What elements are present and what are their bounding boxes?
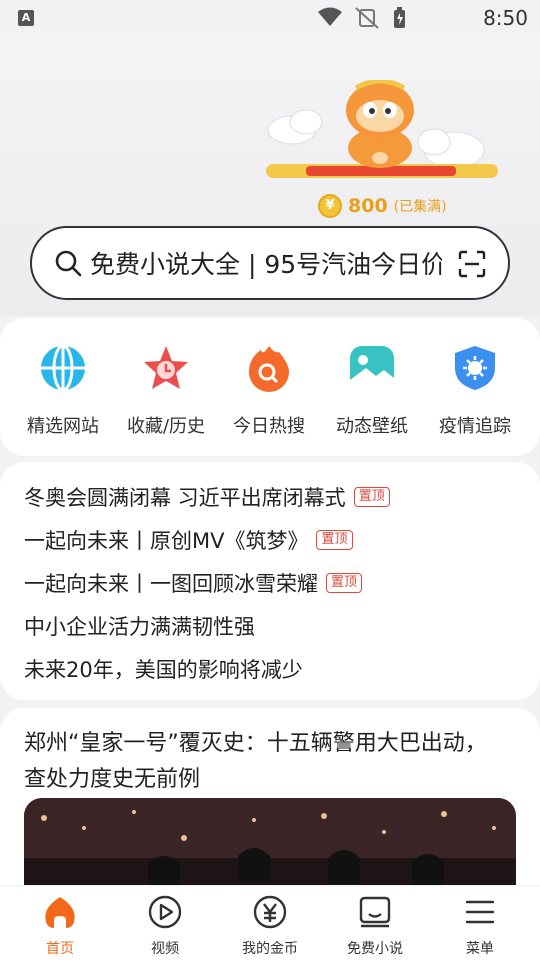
play-icon (148, 895, 182, 929)
tab-label: 免费小说 (347, 941, 403, 957)
search-input[interactable]: 免费小说大全 | 95号汽油今日价 (90, 245, 442, 281)
tab-menu[interactable]: 菜单 (430, 894, 530, 958)
system-status-icons (318, 7, 405, 29)
feed-article-title[interactable]: 郑州“皇家一号”覆灭史：十五辆警用大巴出动，查处力度史无前例 (24, 726, 504, 798)
pinned-badge: 置顶 (353, 487, 390, 507)
news-item[interactable]: 未来20年，美国的影响将减少 (24, 654, 303, 684)
quick-links-card: 精选网站 收藏/历史 今日热搜 动态壁纸 疫情追踪 (0, 318, 540, 456)
quick-link-sites[interactable]: 精选网站 (13, 344, 113, 438)
search-icon (55, 250, 82, 277)
monkey-mascot-icon[interactable] (262, 80, 502, 190)
coin-icon: ¥ (318, 194, 342, 218)
coin-amount: 800 (348, 195, 388, 217)
menu-icon (465, 900, 495, 924)
scan-icon[interactable] (458, 250, 486, 278)
quick-link-hot-search[interactable]: 今日热搜 (219, 344, 319, 438)
coin-balance[interactable]: ¥ 800 (已集满) (318, 194, 447, 218)
tab-label: 视频 (151, 941, 179, 957)
pinned-badge: 置顶 (316, 530, 353, 550)
clock: 8:50 (483, 6, 528, 30)
tab-label: 我的金币 (242, 941, 298, 957)
star-clock-icon (144, 346, 188, 389)
tab-home[interactable]: 首页 (10, 894, 110, 958)
home-icon (45, 897, 75, 928)
status-bar: A 8:50 (0, 0, 540, 36)
notification-a-icon: A (18, 10, 34, 26)
wifi-icon (318, 7, 342, 26)
tab-label: 菜单 (466, 941, 494, 957)
coin-yen-icon (253, 895, 287, 929)
tab-label: 首页 (46, 941, 74, 957)
news-item[interactable]: 中小企业活力满满韧性强 (24, 611, 255, 641)
news-title: 一起向未来丨一图回顾冰雪荣耀 (24, 572, 318, 596)
tab-video[interactable]: 视频 (115, 894, 215, 958)
news-item[interactable]: 冬奥会圆满闭幕 习近平出席闭幕式 置顶 (24, 482, 390, 512)
quick-link-favorites[interactable]: 收藏/历史 (116, 344, 216, 438)
news-title: 中小企业活力满满韧性强 (24, 615, 255, 639)
quick-link-label: 精选网站 (27, 416, 99, 437)
quick-link-label: 疫情追踪 (439, 416, 511, 437)
news-title: 冬奥会圆满闭幕 习近平出席闭幕式 (24, 486, 346, 510)
news-title: 一起向未来丨原创MV《筑梦》 (24, 529, 309, 553)
news-title: 未来20年，美国的影响将减少 (24, 658, 303, 682)
quick-link-epidemic[interactable]: 疫情追踪 (425, 344, 525, 438)
news-card: 冬奥会圆满闭幕 习近平出席闭幕式 置顶 一起向未来丨原创MV《筑梦》 置顶 一起… (0, 462, 540, 700)
news-item[interactable]: 一起向未来丨一图回顾冰雪荣耀 置顶 (24, 568, 363, 598)
quick-link-label: 动态壁纸 (336, 416, 408, 437)
tab-coins[interactable]: 我的金币 (220, 894, 320, 958)
globe-icon (41, 344, 85, 392)
pinned-badge: 置顶 (326, 573, 363, 593)
search-bar[interactable]: 免费小说大全 | 95号汽油今日价 (30, 226, 510, 300)
book-icon (359, 896, 391, 928)
virus-shield-icon (455, 346, 495, 390)
quick-link-wallpaper[interactable]: 动态壁纸 (322, 344, 422, 438)
feed-card[interactable]: 郑州“皇家一号”覆灭史：十五辆警用大巴出动，查处力度史无前例 (0, 708, 540, 918)
tab-novels[interactable]: 免费小说 (325, 894, 425, 958)
flame-search-icon (249, 346, 289, 392)
bottom-tab-bar: 首页 视频 我的金币 免费小说 菜单 (0, 885, 540, 960)
coin-status-note: (已集满) (393, 199, 447, 215)
news-item[interactable]: 一起向未来丨原创MV《筑梦》 置顶 (24, 525, 353, 555)
quick-link-label: 收藏/历史 (126, 416, 206, 437)
wallpaper-icon (350, 346, 394, 390)
quick-link-label: 今日热搜 (233, 416, 305, 437)
